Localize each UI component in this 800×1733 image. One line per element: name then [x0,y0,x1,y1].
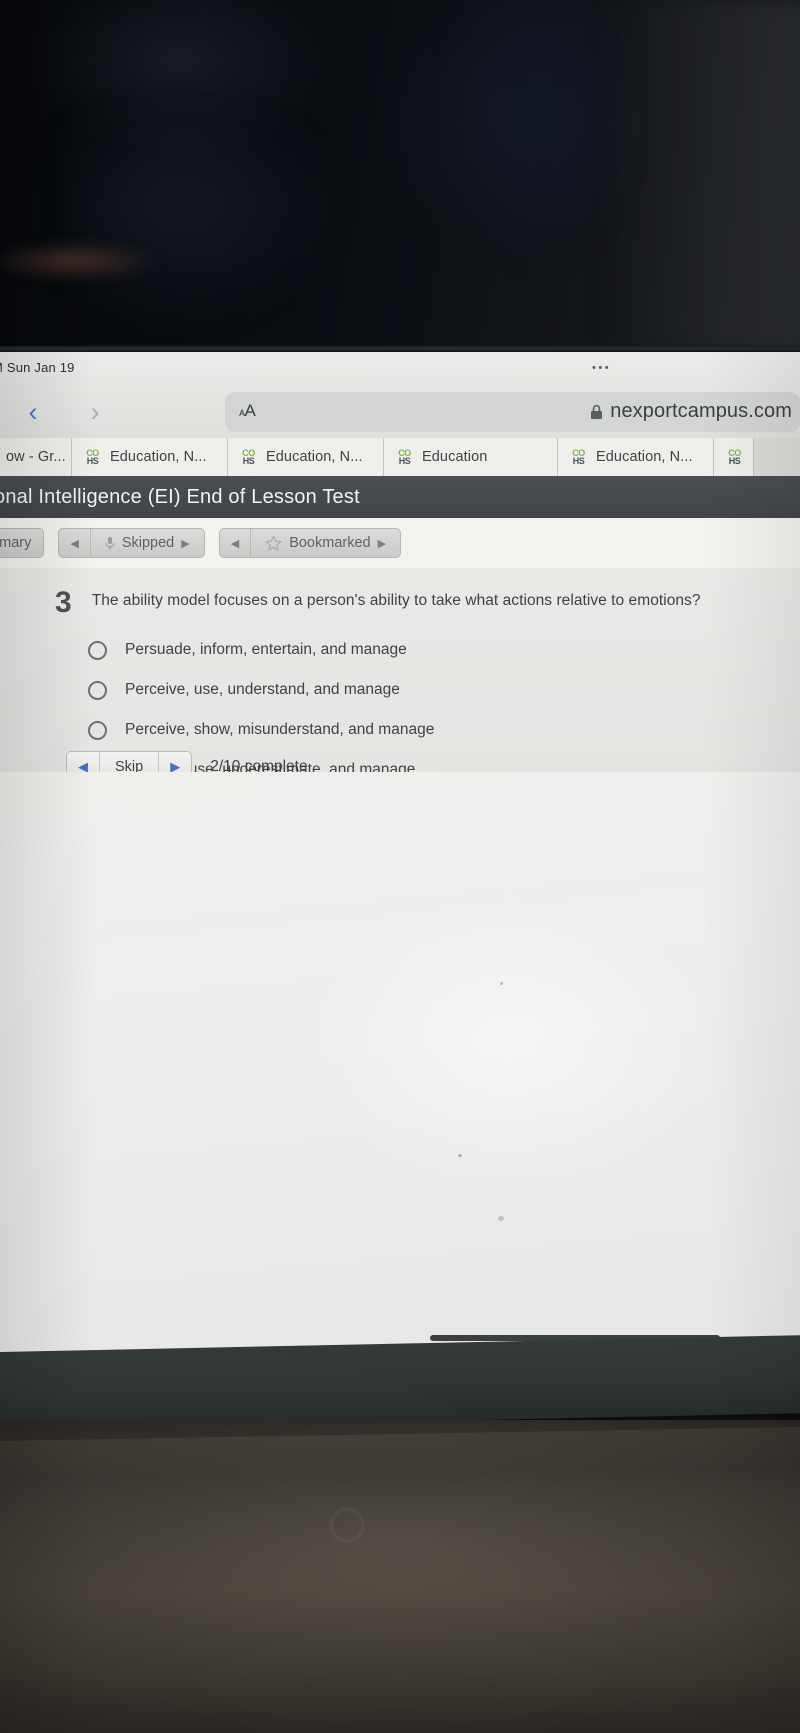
browser-tab-5[interactable]: CO HS [714,438,754,476]
browser-nav-bar: ‹ › ᴀA nexportcampus.com [0,386,800,438]
browser-tab-strip: ow - Gr... CO HS Education, N... CO HS E… [0,438,800,476]
skipped-button[interactable]: Skipped ▶ [89,529,204,557]
lesson-title-bar: onal Intelligence (EI) End of Lesson Tes… [0,476,800,518]
browser-tab-1[interactable]: CO HS Education, N... [72,438,228,476]
bookmarked-prev-button[interactable]: ◀ [220,529,250,557]
text-size-aa-button[interactable]: ᴀA [239,401,256,421]
radio-button-icon[interactable] [88,680,107,700]
dark-reddish-smudge [0,242,160,280]
question-card: 3 The ability model focuses on a person'… [0,568,800,782]
arrow-right-icon: ▶ [181,537,190,550]
skipped-label: Skipped [121,535,175,551]
address-bar[interactable]: ᴀA nexportcampus.com [225,392,800,432]
radio-button-icon[interactable] [88,720,107,740]
dark-background-area [0,0,800,352]
tablet-screen: M Sun Jan 19 ••• ‹ › ᴀA nexportcampus.co… [0,352,800,1352]
page-blank-area [0,772,800,1352]
arrow-left-icon: ◀ [70,537,79,550]
bookmarked-button[interactable]: Bookmarked ▶ [250,529,400,557]
page-title: onal Intelligence (EI) End of Lesson Tes… [0,485,360,508]
answer-option-label: Perceive, show, misunderstand, and manag… [125,721,435,738]
browser-tab-4[interactable]: CO HS Education, N... [558,438,714,476]
browser-tab-3[interactable]: CO HS Education [384,438,558,476]
back-icon[interactable]: ‹ [16,396,50,428]
summary-label: ummary [0,535,32,551]
dust-speck [498,1216,504,1221]
tablet-bottom-bezel [0,1335,800,1430]
favicon-line-2: HS [572,456,585,466]
favicon-line-2: HS [728,456,741,466]
status-bar-time-date: M Sun Jan 19 [0,360,75,375]
bookmarked-label: Bookmarked [289,535,371,551]
answer-option-0[interactable]: Persuade, inform, entertain, and manage [88,630,434,670]
photographed-tablet-screen: M Sun Jan 19 ••• ‹ › ᴀA nexportcampus.co… [0,0,800,1733]
favicon-line-2: HS [398,456,411,466]
aa-large-a: A [244,401,256,420]
quiz-toolbar: ummary ◀ Skipped ▶ ◀ [0,518,800,568]
browser-tab-2[interactable]: CO HS Education, N... [228,438,384,476]
skipped-nav-group[interactable]: ◀ Skipped ▶ [58,528,205,558]
browser-tab-0[interactable]: ow - Gr... [0,438,72,476]
ios-status-bar: M Sun Jan 19 ••• [0,352,800,386]
answer-option-1[interactable]: Perceive, use, understand, and manage [88,670,434,710]
co-hs-favicon-icon: CO HS [570,448,587,467]
question-header: 3 The ability model focuses on a person'… [55,586,701,619]
tab-label: Education, N... [110,449,207,465]
tab-label: ow - Gr... [6,449,66,465]
bookmarked-nav-group[interactable]: ◀ Bookmarked ▶ [218,528,402,558]
answer-option-2[interactable]: Perceive, show, misunderstand, and manag… [88,710,434,750]
summary-button[interactable]: ummary [0,528,45,558]
url-text: nexportcampus.com [610,400,792,422]
tab-label: Education [422,449,488,465]
answer-option-label: Persuade, inform, entertain, and manage [125,641,407,658]
co-hs-favicon-icon: CO HS [84,448,101,467]
dark-shape-right [600,0,800,352]
forward-icon[interactable]: › [78,396,112,428]
desk-surface [0,1420,800,1733]
arrow-right-icon: ▶ [377,537,387,550]
skipped-prev-button[interactable]: ◀ [59,529,89,557]
co-hs-favicon-icon: CO HS [396,448,413,467]
co-hs-favicon-icon: CO HS [726,448,743,467]
microphone-icon [105,536,115,550]
question-text: The ability model focuses on a person's … [91,592,701,609]
dark-shape-left [70,120,340,330]
answer-option-label: Perceive, use, understand, and manage [125,681,400,698]
question-number: 3 [55,586,72,619]
lock-icon [591,404,603,419]
desk-vignette [0,1420,800,1733]
star-icon [265,535,282,551]
dust-speck [500,982,503,985]
tab-label: Education, N... [266,449,363,465]
dust-speck [458,1154,462,1157]
favicon-line-2: HS [242,456,255,466]
radio-button-icon[interactable] [88,640,107,660]
favicon-line-2: HS [86,456,99,466]
tab-label: Education, N... [596,449,693,465]
url-display[interactable]: nexportcampus.com [590,400,792,423]
co-hs-favicon-icon: CO HS [240,448,257,467]
screen-glare [300,892,720,1192]
status-bar-menu-dots-icon[interactable]: ••• [592,362,611,374]
arrow-left-icon: ◀ [230,537,240,550]
